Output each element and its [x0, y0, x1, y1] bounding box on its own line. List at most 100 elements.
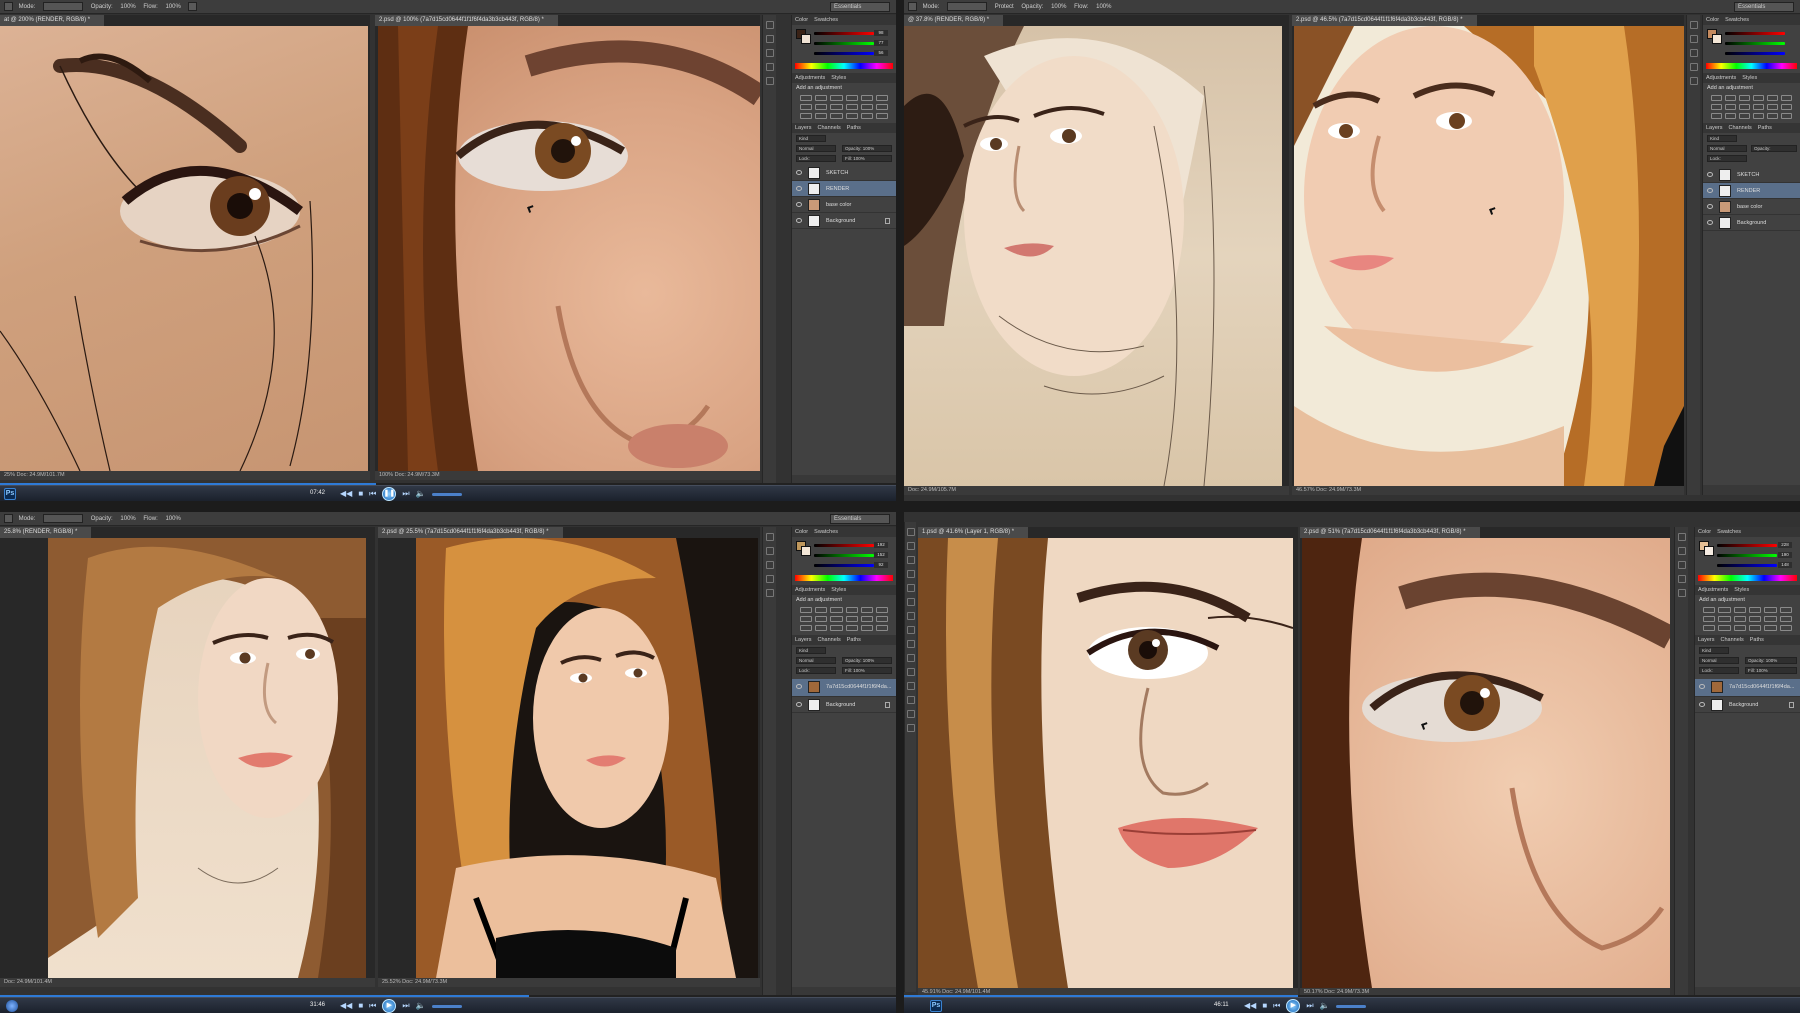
blue-slider[interactable] — [814, 52, 874, 55]
workspace-select[interactable]: Essentials — [830, 514, 890, 524]
background-color-swatch[interactable] — [1712, 34, 1722, 44]
lasso-tool-icon[interactable] — [906, 556, 915, 564]
zoom-tool-icon[interactable] — [906, 724, 915, 732]
adjustment-icons[interactable] — [1711, 95, 1792, 119]
background-color-swatch[interactable] — [801, 546, 811, 556]
color-panel-tabs[interactable]: Color Swatches — [792, 15, 896, 25]
adjustment-icons[interactable] — [800, 607, 888, 631]
layer-row[interactable]: RENDER — [1703, 183, 1800, 199]
eye-icon[interactable] — [1707, 204, 1713, 209]
rewind-icon[interactable]: ◀◀ — [340, 487, 352, 501]
layer-opacity-value[interactable]: 100% — [863, 658, 875, 663]
adjustments-tabs[interactable]: Adjustments Styles — [792, 585, 896, 595]
background-color-swatch[interactable] — [801, 34, 811, 44]
green-slider[interactable] — [814, 42, 874, 45]
mode-select[interactable] — [947, 1, 988, 11]
stop-icon[interactable]: ■ — [358, 999, 363, 1013]
eye-icon[interactable] — [1699, 684, 1705, 689]
painting-canvas[interactable] — [904, 26, 1282, 486]
layer-row[interactable]: Background — [1695, 697, 1800, 713]
volume-slider[interactable] — [431, 1004, 462, 1008]
previous-icon[interactable]: ⏮ — [369, 487, 376, 501]
mode-select[interactable] — [43, 513, 84, 523]
painting-canvas[interactable] — [918, 538, 1293, 988]
document-tab[interactable]: at @ 200% (RENDER, RGB/8) * — [0, 15, 105, 26]
flow-value[interactable]: 100% — [165, 4, 180, 10]
volume-icon[interactable]: 🔈 — [416, 487, 426, 501]
healing-tool-icon[interactable] — [906, 598, 915, 606]
windows-start-icon[interactable] — [6, 1000, 18, 1012]
layers-tabs[interactable]: Layers Channels Paths — [1695, 635, 1800, 645]
document-tab[interactable]: @ 37.8% (RENDER, RGB/8) * — [904, 15, 1004, 26]
stop-icon[interactable]: ■ — [358, 487, 363, 501]
history-icon[interactable] — [1677, 533, 1686, 541]
layer-opacity-value[interactable]: 100% — [1766, 658, 1778, 663]
flow-value[interactable]: 100% — [165, 516, 180, 522]
volume-icon[interactable]: 🔈 — [416, 999, 426, 1013]
rewind-icon[interactable]: ◀◀ — [1244, 999, 1256, 1013]
brush-tool-icon[interactable] — [4, 1, 13, 11]
previous-icon[interactable]: ⏮ — [1273, 999, 1280, 1013]
layer-row[interactable]: base color — [1703, 199, 1800, 215]
blue-slider[interactable] — [1725, 52, 1785, 55]
green-value[interactable]: 152 — [874, 552, 888, 558]
character-icon[interactable] — [1689, 63, 1698, 71]
paragraph-icon[interactable] — [765, 77, 774, 85]
clone-source-icon[interactable] — [765, 49, 774, 57]
next-icon[interactable]: ⏭ — [402, 487, 409, 501]
clone-source-icon[interactable] — [1677, 561, 1686, 569]
photoshop-app-icon[interactable]: Ps — [4, 488, 16, 500]
blue-value[interactable]: 148 — [1778, 562, 1792, 568]
opacity-value[interactable]: 100% — [120, 516, 135, 522]
adjustments-tabs[interactable]: Adjustments Styles — [1695, 585, 1800, 595]
pause-button[interactable]: ❚❚ — [382, 487, 397, 501]
eye-icon[interactable] — [1707, 188, 1713, 193]
history-icon[interactable] — [765, 533, 774, 541]
layer-row[interactable]: SKETCH — [1703, 167, 1800, 183]
stamp-tool-icon[interactable] — [906, 626, 915, 634]
layer-row[interactable]: Background — [792, 213, 896, 229]
paragraph-icon[interactable] — [1677, 589, 1686, 597]
play-button[interactable]: ▶ — [1286, 999, 1301, 1013]
paragraph-icon[interactable] — [765, 589, 774, 597]
pen-tool-icon[interactable] — [906, 682, 915, 690]
character-icon[interactable] — [1677, 575, 1686, 583]
layer-kind-filter[interactable]: Kind — [1699, 647, 1729, 654]
volume-icon[interactable]: 🔈 — [1320, 999, 1330, 1013]
gradient-tool-icon[interactable] — [906, 654, 915, 662]
reference-canvas[interactable] — [378, 26, 760, 471]
volume-slider[interactable] — [431, 492, 462, 496]
fill-value[interactable]: 100% — [853, 156, 865, 161]
previous-icon[interactable]: ⏮ — [369, 999, 376, 1013]
character-icon[interactable] — [765, 63, 774, 71]
blend-mode-select[interactable]: Normal — [796, 657, 836, 664]
adjustments-tabs[interactable]: Adjustments Styles — [1703, 73, 1800, 83]
paragraph-icon[interactable] — [1689, 77, 1698, 85]
stop-icon[interactable]: ■ — [1262, 999, 1267, 1013]
red-slider[interactable] — [814, 32, 874, 35]
flow-value[interactable]: 100% — [1096, 4, 1111, 10]
eye-icon[interactable] — [796, 684, 802, 689]
type-tool-icon[interactable] — [906, 696, 915, 704]
brush-preset-icon[interactable] — [1677, 547, 1686, 555]
volume-slider[interactable] — [1335, 1004, 1366, 1008]
color-spectrum[interactable] — [795, 63, 893, 69]
layer-row[interactable]: RENDER — [792, 181, 896, 197]
eye-icon[interactable] — [1699, 702, 1705, 707]
brush-tool-icon[interactable] — [4, 513, 13, 523]
green-slider[interactable] — [1717, 554, 1777, 557]
red-slider[interactable] — [1725, 32, 1785, 35]
move-tool-icon[interactable] — [906, 528, 915, 536]
blue-slider[interactable] — [1717, 564, 1777, 567]
layer-row[interactable]: base color — [792, 197, 896, 213]
document-tab[interactable]: 2.psd @ 25.5% (7a7d15cd0644f1f1f6f4da3b3… — [378, 527, 563, 538]
red-value[interactable]: 228 — [1778, 542, 1792, 548]
adjustments-tabs[interactable]: Adjustments Styles — [792, 73, 896, 83]
airbrush-icon[interactable] — [188, 1, 198, 11]
layer-kind-filter[interactable]: Kind — [796, 135, 826, 142]
brush-tool-icon[interactable] — [908, 1, 917, 11]
document-tab[interactable]: 1.psd @ 41.6% (Layer 1, RGB/8) * — [918, 527, 1029, 538]
eye-icon[interactable] — [796, 218, 802, 223]
opacity-value[interactable]: 100% — [120, 4, 135, 10]
blend-mode-select[interactable]: Normal — [1699, 657, 1739, 664]
